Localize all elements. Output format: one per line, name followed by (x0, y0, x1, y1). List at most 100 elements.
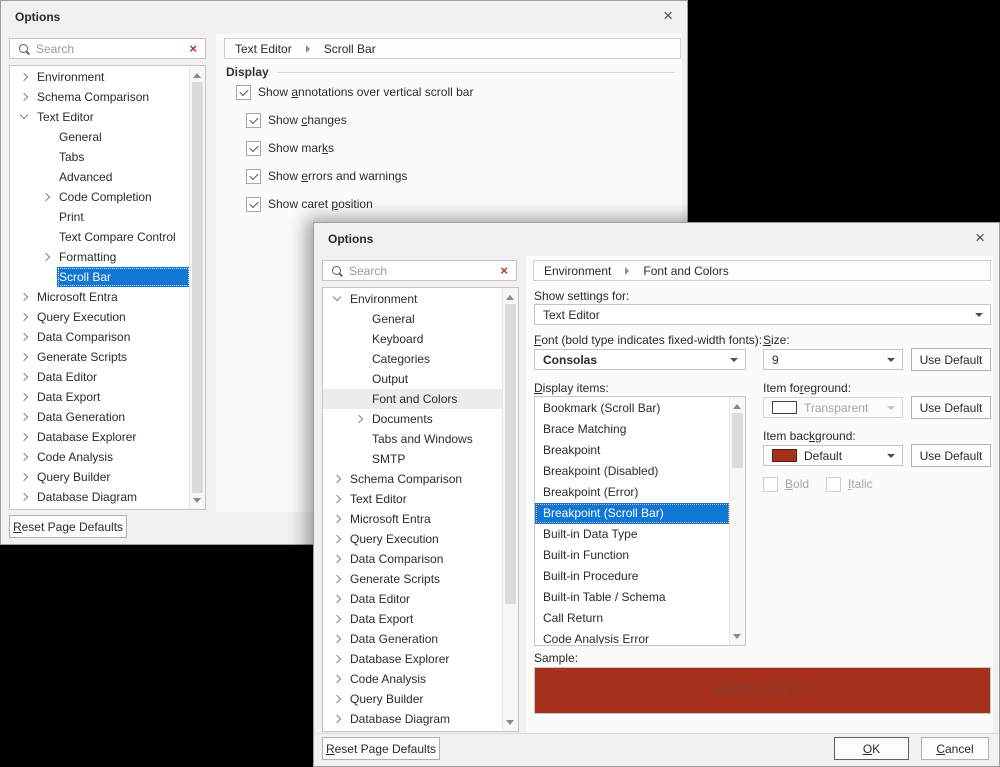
list-scrollbar[interactable] (729, 397, 745, 645)
chevron-right-icon[interactable] (331, 593, 343, 605)
tree-item[interactable]: Keyboard (323, 329, 503, 349)
chevron-right-icon[interactable] (18, 471, 30, 483)
tree-item[interactable]: Documents (323, 409, 503, 429)
chevron-right-icon[interactable] (18, 331, 30, 343)
tree-item[interactable]: Microsoft Entra (10, 287, 190, 307)
scrollbar-thumb[interactable] (192, 82, 203, 493)
chevron-right-icon[interactable] (18, 291, 30, 303)
reset-page-defaults-button[interactable]: Reset Page Defaults (322, 737, 440, 760)
clear-search-icon[interactable]: × (500, 264, 508, 277)
tree-item[interactable]: Database Diagram (10, 487, 190, 507)
chevron-right-icon[interactable] (353, 333, 365, 345)
checkbox[interactable] (236, 85, 251, 100)
tree-item[interactable]: Query Execution (323, 529, 503, 549)
close-icon[interactable]: × (975, 229, 985, 247)
tree-item[interactable]: Tabs and Windows (323, 429, 503, 449)
tree-item[interactable]: Data Comparison (323, 549, 503, 569)
chevron-right-icon[interactable] (18, 351, 30, 363)
chevron-right-icon[interactable] (331, 613, 343, 625)
tree-item[interactable]: Code Completion (10, 187, 190, 207)
chevron-right-icon[interactable] (331, 633, 343, 645)
tree-item[interactable]: Data Export (10, 387, 190, 407)
list-item[interactable]: Built-in Table / Schema (535, 587, 730, 608)
tree-item[interactable]: Text Editor (323, 489, 503, 509)
chevron-right-icon[interactable] (353, 393, 365, 405)
list-item[interactable]: Code Analysis Error (535, 629, 730, 644)
tree-item[interactable]: Microsoft Entra (323, 509, 503, 529)
checkbox[interactable] (246, 169, 261, 184)
breadcrumb-item[interactable]: Text Editor (235, 42, 292, 56)
tree-item[interactable]: Text Editor (10, 107, 190, 127)
use-default-foreground-button[interactable]: Use Default (911, 396, 991, 419)
chevron-right-icon[interactable] (331, 493, 343, 505)
scroll-down-icon[interactable] (503, 715, 517, 729)
chevron-right-icon[interactable] (353, 453, 365, 465)
chevron-right-icon[interactable] (18, 451, 30, 463)
list-item[interactable]: Breakpoint (Error) (535, 482, 730, 503)
list-item[interactable]: Breakpoint (535, 440, 730, 461)
chevron-right-icon[interactable] (331, 533, 343, 545)
chevron-right-icon[interactable] (331, 653, 343, 665)
chevron-right-icon[interactable] (40, 251, 52, 263)
tree-item[interactable]: General (10, 127, 190, 147)
tree-item[interactable]: General (323, 309, 503, 329)
font-select[interactable]: Consolas (534, 349, 746, 370)
chevron-right-icon[interactable] (353, 373, 365, 385)
chevron-right-icon[interactable] (18, 411, 30, 423)
list-item[interactable]: Call Return (535, 608, 730, 629)
size-select[interactable]: 9 (763, 349, 903, 370)
list-item[interactable]: Built-in Function (535, 545, 730, 566)
tree-item[interactable]: Output (323, 369, 503, 389)
tree-item[interactable]: Environment (10, 67, 190, 87)
chevron-right-icon[interactable] (331, 473, 343, 485)
tree-scrollbar[interactable] (189, 66, 205, 509)
chevron-right-icon[interactable] (40, 171, 52, 183)
use-default-background-button[interactable]: Use Default (911, 444, 991, 467)
tree-item[interactable]: Database Explorer (10, 427, 190, 447)
chevron-right-icon[interactable] (331, 513, 343, 525)
list-item[interactable]: Breakpoint (Scroll Bar) (535, 503, 730, 524)
chevron-right-icon[interactable] (331, 573, 343, 585)
reset-page-defaults-button[interactable]: Reset Page Defaults (9, 515, 127, 538)
scroll-up-icon[interactable] (503, 290, 517, 304)
checkbox[interactable] (246, 197, 261, 212)
checkbox-row[interactable]: Show annotations over vertical scroll ba… (236, 84, 666, 100)
use-default-font-button[interactable]: Use Default (911, 348, 991, 371)
tree-item[interactable]: Print (10, 207, 190, 227)
tree-item[interactable]: Data Editor (10, 367, 190, 387)
breadcrumb-item[interactable]: Environment (544, 264, 611, 278)
tree-item[interactable]: Database Diagram (323, 709, 503, 729)
show-settings-select[interactable]: Text Editor (534, 304, 991, 325)
checkbox-row[interactable]: Show changes (246, 112, 666, 128)
scroll-down-icon[interactable] (190, 493, 204, 507)
tree-item[interactable]: Schema Comparison (323, 469, 503, 489)
tree-item[interactable]: Data Comparison (10, 327, 190, 347)
scrollbar-thumb[interactable] (505, 304, 516, 604)
tree-item[interactable]: Database Explorer (323, 649, 503, 669)
tree-item[interactable]: Generate Scripts (323, 569, 503, 589)
chevron-right-icon[interactable] (18, 391, 30, 403)
chevron-right-icon[interactable] (40, 191, 52, 203)
tree-item[interactable]: Code Analysis (323, 669, 503, 689)
tree-item[interactable]: Generate Scripts (10, 347, 190, 367)
scroll-up-icon[interactable] (190, 68, 204, 82)
tree-item[interactable]: Query Builder (323, 689, 503, 709)
checkbox-row[interactable]: Show errors and warnings (246, 168, 666, 184)
tree-item[interactable]: Tabs (10, 147, 190, 167)
search-input[interactable]: Search × (9, 38, 206, 59)
list-item[interactable]: Breakpoint (Disabled) (535, 461, 730, 482)
tree-item[interactable]: Scroll Bar (10, 267, 190, 287)
clear-search-icon[interactable]: × (189, 42, 197, 55)
ok-button[interactable]: OK (834, 737, 909, 760)
tree-item[interactable]: Query Execution (10, 307, 190, 327)
tree-item[interactable]: Data Editor (323, 589, 503, 609)
chevron-right-icon[interactable] (40, 211, 52, 223)
chevron-right-icon[interactable] (18, 91, 30, 103)
list-item[interactable]: Bookmark (Scroll Bar) (535, 398, 730, 419)
chevron-right-icon[interactable] (18, 371, 30, 383)
list-item[interactable]: Built-in Data Type (535, 524, 730, 545)
scroll-down-icon[interactable] (730, 629, 744, 643)
chevron-right-icon[interactable] (353, 353, 365, 365)
checkbox-row[interactable]: Show caret position (246, 196, 666, 212)
chevron-right-icon[interactable] (331, 693, 343, 705)
